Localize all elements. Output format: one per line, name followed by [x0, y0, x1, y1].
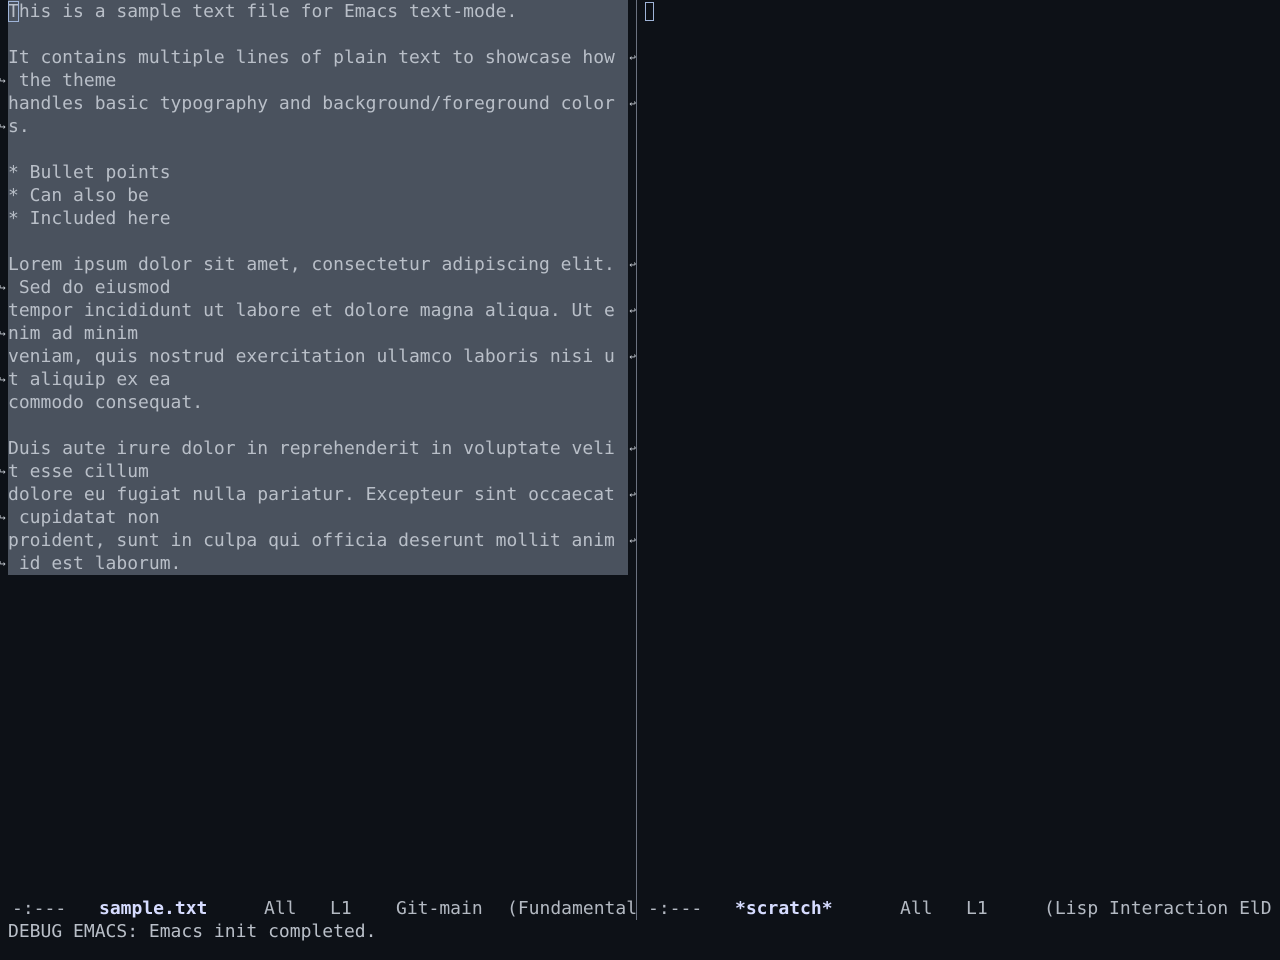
buffer-line[interactable]: * Can also be [8, 184, 636, 207]
buffer-line[interactable] [8, 414, 636, 437]
buffer-line[interactable] [8, 230, 636, 253]
buffer-line-text: Duis aute irure dolor in reprehenderit i… [8, 438, 615, 459]
modeline-major-mode[interactable]: (Fundamental [507, 897, 636, 920]
continuation-icon: ↩ [629, 442, 636, 455]
right-window-scratch[interactable] [637, 0, 1280, 897]
buffer-line[interactable] [8, 23, 636, 46]
wrap-icon: ↪ [0, 557, 6, 570]
text-cursor [645, 2, 654, 21]
buffer-line[interactable] [8, 138, 636, 161]
buffer-line-text: Lorem ipsum dolor sit amet, consectetur … [8, 254, 615, 275]
modeline-position: All [264, 898, 297, 919]
buffer-line[interactable]: s. ↪ [0, 115, 636, 138]
wrap-icon: ↪ [0, 373, 6, 386]
buffer-line[interactable]: t aliquip ex ea ↪ [0, 368, 636, 391]
modeline-status: -:--- [648, 898, 703, 919]
buffer-line[interactable]: It contains multiple lines of plain text… [8, 46, 636, 69]
continuation-icon: ↩ [629, 258, 636, 271]
modeline-status: -:--- [12, 898, 67, 919]
buffer-line[interactable]: * Bullet points [8, 161, 636, 184]
buffer-line[interactable]: dolore eu fugiat nulla pariatur. Excepte… [8, 483, 636, 506]
modeline-line-number: L1 [966, 898, 988, 919]
buffer-line[interactable]: Duis aute irure dolor in reprehenderit i… [8, 437, 636, 460]
buffer-line-text: tempor incididunt ut labore et dolore ma… [8, 300, 615, 321]
modeline-vc-branch[interactable]: Git-main [396, 897, 483, 920]
buffer-line-text: commodo consequat. [8, 392, 204, 413]
continuation-icon: ↩ [629, 534, 636, 547]
continuation-icon: ↩ [629, 304, 636, 317]
modeline-buffer-name[interactable]: sample.txt [99, 897, 207, 920]
buffer-line-text: veniam, quis nostrud exercitation ullamc… [8, 346, 615, 367]
buffer-line-text: t aliquip ex ea [8, 369, 171, 390]
buffer-line-text: cupidatat non [8, 507, 160, 528]
buffer-line[interactable]: veniam, quis nostrud exercitation ullamc… [8, 345, 636, 368]
buffer-line-text: the theme [8, 70, 117, 91]
cursor-character: T [8, 1, 19, 22]
modeline-line-number: L1 [330, 898, 352, 919]
buffer-line[interactable]: This is a sample text file for Emacs tex… [8, 0, 636, 23]
wrap-icon: ↪ [0, 281, 6, 294]
modeline-right[interactable]: -:--- *scratch* All L1 (Lisp Interaction… [637, 897, 1280, 920]
buffer-line-text: his is a sample text file for Emacs text… [18, 1, 518, 22]
buffer-line-text: Sed do eiusmod [8, 277, 171, 298]
buffer-line-text: t esse cillum [8, 461, 149, 482]
buffer-line[interactable]: t esse cillum ↪ [0, 460, 636, 483]
left-window-sample-txt[interactable]: This is a sample text file for Emacs tex… [0, 0, 636, 897]
wrap-icon: ↪ [0, 74, 6, 87]
wrap-icon: ↪ [0, 465, 6, 478]
buffer-line-text: id est laborum. [8, 553, 182, 574]
continuation-icon: ↩ [629, 97, 636, 110]
echo-area-message: DEBUG EMACS: Emacs init completed. [8, 921, 377, 942]
buffer-line[interactable]: tempor incididunt ut labore et dolore ma… [8, 299, 636, 322]
continuation-icon: ↩ [629, 350, 636, 363]
buffer-line[interactable]: proident, sunt in culpa qui officia dese… [8, 529, 636, 552]
buffer-line-text: proident, sunt in culpa qui officia dese… [8, 530, 615, 551]
buffer-line[interactable]: cupidatat non ↪ [0, 506, 636, 529]
buffer-line-text: * Bullet points [8, 162, 171, 183]
modeline-buffer-name[interactable]: *scratch* [735, 897, 833, 920]
buffer-line[interactable]: handles basic typography and background/… [8, 92, 636, 115]
buffer-line[interactable]: Lorem ipsum dolor sit amet, consectetur … [8, 253, 636, 276]
buffer-line-text: * Included here [8, 208, 171, 229]
buffer-line-text: dolore eu fugiat nulla pariatur. Excepte… [8, 484, 615, 505]
buffer-line[interactable]: * Included here [8, 207, 636, 230]
buffer-line-text: s. [8, 116, 30, 137]
buffer-line[interactable]: Sed do eiusmod ↪ [0, 276, 636, 299]
modeline-major-mode[interactable]: (Lisp Interaction ElD [1044, 897, 1272, 920]
wrap-icon: ↪ [0, 511, 6, 524]
buffer-line-text: handles basic typography and background/… [8, 93, 615, 114]
wrap-icon: ↪ [0, 120, 6, 133]
modeline-position: All [900, 898, 933, 919]
buffer-line[interactable]: commodo consequat. [8, 391, 636, 414]
wrap-icon: ↪ [0, 327, 6, 340]
buffer-line[interactable]: the theme ↪ [0, 69, 636, 92]
continuation-icon: ↩ [629, 488, 636, 501]
buffer-text-area[interactable]: This is a sample text file for Emacs tex… [0, 0, 636, 575]
buffer-line-text: It contains multiple lines of plain text… [8, 47, 615, 68]
buffer-line-text: * Can also be [8, 185, 149, 206]
modeline-left[interactable]: -:--- sample.txt All L1 Git-main (Fundam… [0, 897, 636, 920]
buffer-line[interactable]: id est laborum. ↪ [0, 552, 636, 575]
buffer-line-text: nim ad minim [8, 323, 139, 344]
continuation-icon: ↩ [629, 51, 636, 64]
buffer-line[interactable]: nim ad minim ↪ [0, 322, 636, 345]
